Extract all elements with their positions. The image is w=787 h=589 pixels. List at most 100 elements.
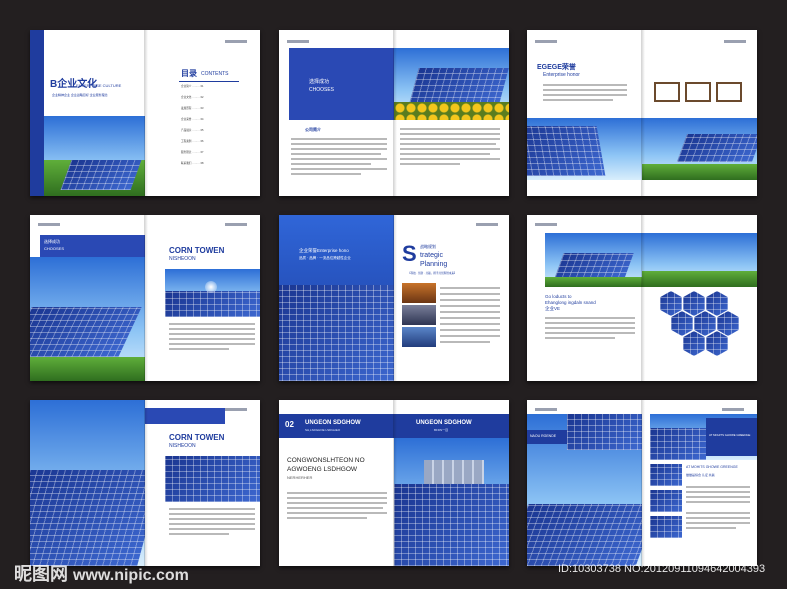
- title-line2: NISHEOON: [169, 443, 196, 449]
- heading-line3: NERHERHER: [287, 475, 313, 480]
- page-left: EGEGE荣誉 Enterprise honor: [527, 30, 642, 196]
- page-right: 目录 CONTENTS 企业简介 ……… 01 企业文化 ……… 02 发展历程…: [145, 30, 260, 196]
- heading-en: CHOOSES: [309, 87, 335, 93]
- heading-en: CHOOSES: [44, 246, 65, 251]
- section-title: 公司简介: [305, 127, 321, 132]
- brochure-spread-corn-towen[interactable]: 选择成功 CHOOSES CORN TOWEN NISHEOON: [30, 215, 260, 381]
- brochure-spread-chapter-02[interactable]: 02 UNGEON SDGHOW SH,LSDGHOE LSDGHEO CONG…: [279, 400, 509, 566]
- strategy-s: S: [402, 241, 417, 266]
- chapter-subtitle-right: BFDN一目: [434, 428, 449, 432]
- panel-field-photo: [642, 233, 757, 287]
- page-right: [642, 215, 757, 381]
- solar-photo: AT MOHITS GHOWE GREENGE: [650, 414, 757, 460]
- title-line1: CORN TOWEN: [169, 433, 225, 442]
- city-solar-photo: [394, 438, 509, 566]
- slogan: 【科技 · 创新 · 共赢，携手共创辉煌未来】: [408, 272, 457, 275]
- page-right: CORN TOWEN NISHEOON: [145, 400, 260, 566]
- strategy-title-en2: Planning: [420, 261, 448, 268]
- solar-panel-photo: [279, 285, 394, 381]
- chapter-title: UNGEON SDGHOW: [305, 420, 361, 426]
- page-left: 企业荣誉Enterprise hono 品质 · 品牌 · 一流品位跨越性企业: [279, 215, 394, 381]
- sub-title: AT MOHITS GHOWE GREENGE: [686, 465, 738, 469]
- chapter-subtitle: SH,LSDGHOE LSDGHEO: [305, 428, 341, 432]
- page-left: 选择成功 CHOOSES: [30, 215, 145, 381]
- chapter-bar: 02 UNGEON SDGHOW SH,LSDGHOE LSDGHEO: [279, 414, 394, 438]
- honor-title-en: Enterprise honor: [543, 72, 580, 78]
- factory-photo: [402, 283, 436, 303]
- label-box: AT MOHITS GHOWE GREENGE: [706, 418, 757, 456]
- page-left: Go loducts to Ehanglong ingdaln snand 企业…: [527, 215, 642, 381]
- strategy-title-cn: 战略规划: [420, 244, 436, 249]
- hexagon-photo: [706, 331, 728, 356]
- hexagon-photo: [717, 311, 739, 336]
- certificate: [654, 82, 680, 102]
- title-line1: Go loducts to: [545, 294, 572, 299]
- honor-title: EGEGE荣誉: [537, 64, 576, 71]
- page-left: [30, 400, 145, 566]
- certificate: [716, 82, 742, 102]
- thumb-photo: [650, 516, 682, 538]
- solar-photo: [527, 118, 642, 180]
- page-right: AT MOHITS GHOWE GREENGE AT MOHITS GHOWE …: [642, 400, 757, 566]
- page-left: 选择成功 CHOOSES 公司简介: [279, 30, 394, 196]
- wind-solar-photo: [30, 257, 145, 381]
- toc-title-en: CONTENTS: [201, 71, 229, 77]
- certificate: [685, 82, 711, 102]
- sun-panel-photo: [165, 269, 260, 317]
- brochure-spread-products[interactable]: Go loducts to Ehanglong ingdaln snand 企业…: [527, 215, 757, 381]
- quality-line: 品质 · 品牌 · 一流品位跨越性企业: [299, 256, 351, 260]
- hexagon-photo: [683, 291, 705, 316]
- solar-photo: [44, 116, 145, 196]
- panel-field-photo: [545, 233, 642, 287]
- side-bar: [30, 30, 44, 196]
- heading-line2: AGWOENG LSDHGOW: [287, 466, 358, 473]
- watermark-id: ID:10303738 NO:20120911094642004393: [558, 563, 766, 575]
- blue-block: 选择成功 CHOOSES: [289, 48, 394, 120]
- thumb-photo: [650, 490, 682, 512]
- toc-item[interactable]: 联系我们 ……… 08: [181, 162, 241, 174]
- brochure-spread-intro[interactable]: 选择成功 CHOOSES 公司简介: [279, 30, 509, 196]
- brochure-spread-honor[interactable]: EGEGE荣誉 Enterprise honor: [527, 30, 757, 196]
- sub-title-cn: 做做是综合 认证 共赢: [686, 473, 715, 477]
- title-line2: Ehanglong ingdaln snand: [545, 300, 596, 305]
- culture-tag: 企业精神企业 企业战略目标 企业服务理念: [52, 93, 108, 97]
- heading-cn: 选择成功: [309, 79, 330, 85]
- title-line3: 企业VE: [545, 306, 561, 311]
- top-photo: [145, 408, 225, 424]
- solar-photo: NAOU RGENDE: [527, 414, 642, 566]
- page-right: CORN TOWEN NISHEOON: [145, 215, 260, 381]
- brochure-spread-toc[interactable]: B企业文化 ENTERPRISE CULTURE 企业精神企业 企业战略目标 企…: [30, 30, 260, 196]
- factory-photo: [402, 305, 436, 325]
- rooftop-photo: [165, 456, 260, 502]
- hexagon-photo: [706, 291, 728, 316]
- thumb-photo: [650, 464, 682, 486]
- heading-cn: 选择成功: [44, 239, 60, 244]
- brochure-spread-strategic[interactable]: 企业荣誉Enterprise hono 品质 · 品牌 · 一流品位跨越性企业 …: [279, 215, 509, 381]
- page-right: UNGEON SDGHOW BFDN一目: [394, 400, 509, 566]
- page-right: S 战略规划 trategic Planning 【科技 · 创新 · 共赢，携…: [394, 215, 509, 381]
- title-line1: CORN TOWEN: [169, 246, 225, 255]
- brochure-spread-corn-towen-2[interactable]: CORN TOWEN NISHEOON: [30, 400, 260, 566]
- chapter-title-right: UNGEON SDGHOW: [416, 420, 472, 426]
- culture-subtitle: ENTERPRISE CULTURE: [76, 83, 122, 88]
- strategy-title-en1: trategic: [420, 252, 443, 259]
- solar-photo: [30, 400, 145, 566]
- title-line2: NISHEOON: [169, 256, 196, 262]
- toc-list: 企业简介 ……… 01 企业文化 ……… 02 发展历程 ……… 03 企业荣誉…: [181, 85, 241, 174]
- page-left: NAOU RGENDE: [527, 400, 642, 566]
- honor-line: 企业荣誉Enterprise hono: [299, 248, 349, 253]
- page-right: [394, 30, 509, 196]
- label-text: NAOU RGENDE: [530, 434, 557, 438]
- page-left: B企业文化 ENTERPRISE CULTURE 企业精神企业 企业战略目标 企…: [30, 30, 145, 196]
- watermark-site-cn: 昵图网: [14, 564, 68, 584]
- hexagon-photo: [683, 331, 705, 356]
- label-box: NAOU RGENDE: [527, 430, 567, 444]
- hexagon-photo: [660, 291, 682, 316]
- chapter-number: 02: [285, 420, 294, 429]
- chapter-bar-right: UNGEON SDGHOW BFDN一目: [394, 414, 509, 438]
- toc-title: 目录: [181, 69, 197, 78]
- factory-photo: [402, 327, 436, 347]
- solar-field-photo: [642, 118, 757, 180]
- heading-line1: CONGWONSLHTEON NO: [287, 457, 365, 464]
- brochure-spread-greenge[interactable]: NAOU RGENDE AT MOHITS GHOWE GREENGE AT M…: [527, 400, 757, 566]
